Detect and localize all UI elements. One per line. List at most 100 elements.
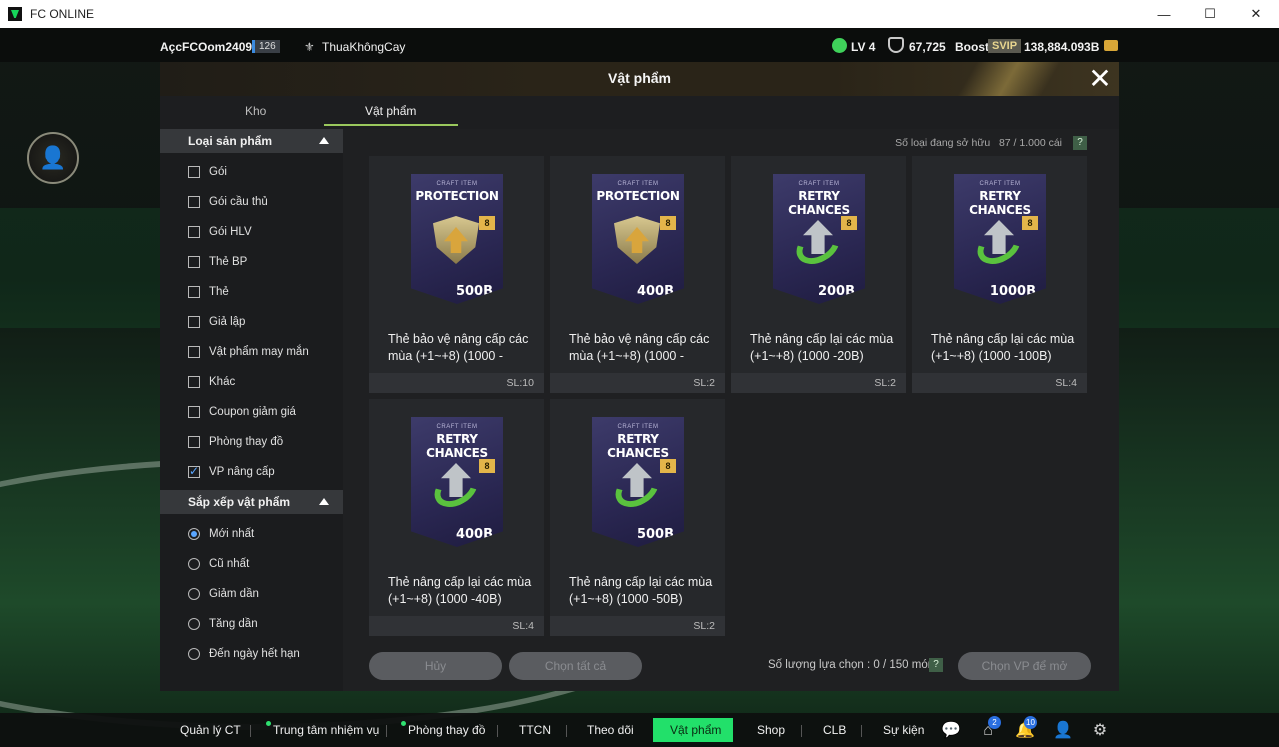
account-name[interactable]: AçcFCOom2409d <box>160 40 259 54</box>
checkbox[interactable] <box>188 406 200 418</box>
sort-option-label: Tăng dần <box>209 618 258 630</box>
category-option-the[interactable]: Thẻ <box>188 282 229 302</box>
item-name: Thẻ nâng cấp lại các mùa (+1~+8) (1000 -… <box>388 575 532 606</box>
checkbox[interactable] <box>188 376 200 388</box>
nav-trung-tam-nhiem-vu[interactable]: Trung tâm nhiệm vụ <box>273 723 379 737</box>
profile-chat-icon[interactable]: 👤 <box>27 132 79 184</box>
nav-quan-ly-ct[interactable]: Quản lý CT <box>180 723 241 737</box>
item-card[interactable]: CRAFT ITEM RETRY CHANCES 8 200B ⊕ MAX Th… <box>731 156 906 393</box>
radio[interactable] <box>188 648 200 660</box>
radio[interactable] <box>188 618 200 630</box>
nav-su-kien[interactable]: Sự kiện <box>883 723 924 737</box>
chat-icon[interactable]: 💬 <box>941 721 961 741</box>
card-max: ⊕ MAX <box>654 299 674 305</box>
window-titlebar: FC ONLINE — ☐ ✕ <box>0 0 1279 28</box>
category-option-coupon[interactable]: Coupon giảm giá <box>188 402 296 422</box>
item-card[interactable]: CRAFT ITEM PROTECTION 8 500B ⊕ MAX Thẻ b… <box>369 156 544 393</box>
nav-shop[interactable]: Shop <box>757 723 785 737</box>
level-8-badge: 8 <box>479 216 495 230</box>
window-close-button[interactable]: ✕ <box>1233 0 1279 28</box>
nav-separator <box>801 725 802 737</box>
item-card[interactable]: CRAFT ITEM PROTECTION 8 400B ⊕ MAX Thẻ b… <box>550 156 725 393</box>
gear-icon[interactable]: ⚙ <box>1090 721 1110 741</box>
maximize-button[interactable]: ☐ <box>1187 0 1233 28</box>
category-option-label: Gói HLV <box>209 226 252 238</box>
sort-option-cu-nhat[interactable]: Cũ nhất <box>188 554 249 574</box>
nav-separator <box>566 725 567 737</box>
help-icon[interactable]: ? <box>929 658 943 672</box>
category-option-phong-thay-do[interactable]: Phòng thay đồ <box>188 432 283 452</box>
home-badge: 2 <box>988 716 1001 729</box>
category-option-the-bp[interactable]: Thẻ BP <box>188 252 247 272</box>
help-icon[interactable]: ? <box>1073 136 1087 150</box>
minimize-button[interactable]: — <box>1141 0 1187 28</box>
cancel-button[interactable]: Hủy <box>369 652 502 680</box>
card-kind: PROTECTION <box>415 189 499 203</box>
tab-kho[interactable]: Kho <box>245 104 266 118</box>
sort-header[interactable]: Sắp xếp vật phẩm <box>160 490 343 514</box>
category-option-goi-cau-thu[interactable]: Gói cầu thủ <box>188 192 268 212</box>
card-price: 400B <box>636 284 674 299</box>
category-option-label: Phòng thay đồ <box>209 436 284 448</box>
card-kind: PROTECTION <box>596 189 680 203</box>
sort-option-tang-dan[interactable]: Tăng dần <box>188 614 258 634</box>
card-price: 1000B <box>989 284 1036 299</box>
checkbox[interactable] <box>188 346 200 358</box>
item-name: Thẻ bảo vệ nâng cấp các mùa (+1~+8) (100… <box>569 332 710 363</box>
checkbox[interactable] <box>188 256 200 268</box>
sort-option-giam-dan[interactable]: Giảm dần <box>188 584 259 604</box>
open-selected-button[interactable]: Chọn VP để mở <box>958 652 1091 680</box>
notification-dot <box>401 721 406 726</box>
modal-title: Vật phẩm <box>607 70 671 86</box>
checkbox[interactable] <box>188 166 200 178</box>
modal-header: Vật phẩm ✕ <box>160 62 1119 96</box>
tab-vat-pham[interactable]: Vật phẩm <box>365 104 416 118</box>
card-art: CRAFT ITEM PROTECTION 8 500B ⊕ MAX <box>411 174 503 304</box>
user-icon[interactable]: 👤 <box>1053 721 1073 741</box>
category-option-gia-lap[interactable]: Giả lập <box>188 312 245 332</box>
game-topbar: AçcFCOom2409d 126 ⚜ ThuaKhôngCay LV 4 67… <box>0 28 1279 62</box>
nav-vat-pham[interactable]: Vật phẩm <box>670 723 721 737</box>
item-quantity: SL:2 <box>693 377 715 389</box>
club-name[interactable]: ThuaKhôngCay <box>322 40 405 54</box>
card-max: ⊕ MAX <box>473 542 493 548</box>
card-art: CRAFT ITEM RETRY CHANCES 8 200B ⊕ MAX <box>773 174 865 304</box>
category-filter-header[interactable]: Loại sản phẩm <box>160 129 343 153</box>
checkbox[interactable] <box>188 436 200 448</box>
modal-close-button[interactable]: ✕ <box>1085 64 1115 94</box>
checkbox[interactable] <box>188 196 200 208</box>
item-quantity: SL:10 <box>506 377 534 389</box>
nav-ttcn[interactable]: TTCN <box>519 723 551 737</box>
sort-option-den-ngay-het-han[interactable]: Đến ngày hết hạn <box>188 644 300 664</box>
checkbox-checked[interactable] <box>188 464 200 478</box>
card-max: ⊕ MAX <box>473 299 493 305</box>
card-footer: SL:2 <box>731 373 906 393</box>
radio-selected[interactable] <box>188 528 200 540</box>
sort-option-moi-nhat[interactable]: Mới nhất <box>188 524 254 544</box>
radio[interactable] <box>188 588 200 600</box>
item-card[interactable]: CRAFT ITEM RETRY CHANCES 8 400B ⊕ MAX Th… <box>369 399 544 636</box>
category-option-goi[interactable]: Gói <box>188 162 227 182</box>
select-all-button[interactable]: Chọn tất cả <box>509 652 642 680</box>
category-option-khac[interactable]: Khác <box>188 372 235 392</box>
checkbox[interactable] <box>188 286 200 298</box>
selection-count-label: Số lượng lựa chọn : 0 / 150 món <box>768 659 935 671</box>
item-card[interactable]: CRAFT ITEM RETRY CHANCES 8 1000B ⊕ MAX T… <box>912 156 1087 393</box>
collapse-up-icon <box>319 498 329 505</box>
level-8-badge: 8 <box>660 216 676 230</box>
radio[interactable] <box>188 558 200 570</box>
card-art: CRAFT ITEM RETRY CHANCES 8 400B ⊕ MAX <box>411 417 503 547</box>
item-name: Thẻ nâng cấp lại các mùa (+1~+8) (1000 -… <box>931 332 1075 363</box>
boost-label: Boost <box>955 40 989 54</box>
category-option-vat-pham-may-man[interactable]: Vật phẩm may mắn <box>188 342 309 362</box>
category-option-goi-hlv[interactable]: Gói HLV <box>188 222 252 242</box>
category-option-vp-nang-cap[interactable]: VP nâng cấp <box>188 462 275 482</box>
nav-phong-thay-do[interactable]: Phòng thay đồ <box>408 723 485 737</box>
retry-arrow-icon <box>609 459 665 515</box>
nav-separator <box>250 725 251 737</box>
checkbox[interactable] <box>188 226 200 238</box>
nav-theo-doi[interactable]: Theo dõi <box>587 723 634 737</box>
item-card[interactable]: CRAFT ITEM RETRY CHANCES 8 500B ⊕ MAX Th… <box>550 399 725 636</box>
nav-clb[interactable]: CLB <box>823 723 846 737</box>
checkbox[interactable] <box>188 316 200 328</box>
